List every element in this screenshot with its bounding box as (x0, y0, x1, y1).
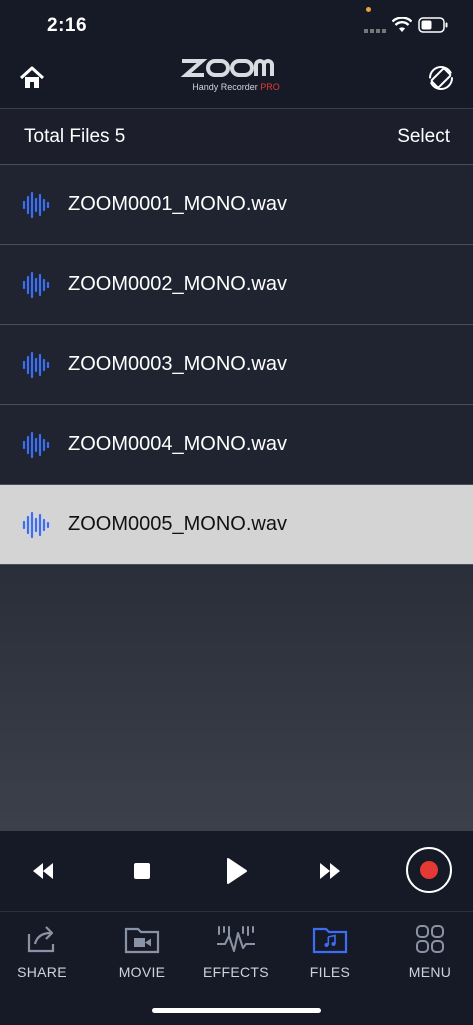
file-name: ZOOM0003_MONO.wav (68, 353, 287, 375)
audio-waveform-icon (22, 271, 50, 299)
zoom-logo (166, 58, 306, 83)
tab-share[interactable]: SHARE (0, 924, 87, 980)
record-button[interactable] (406, 847, 452, 893)
audio-waveform-icon (22, 431, 50, 459)
file-row[interactable]: ZOOM0002_MONO.wav (0, 245, 473, 325)
home-indicator[interactable] (152, 1008, 321, 1013)
file-name: ZOOM0004_MONO.wav (68, 433, 287, 455)
tab-effects-label: EFFECTS (203, 964, 269, 980)
rotate-icon[interactable] (426, 63, 456, 93)
audio-waveform-icon (22, 511, 50, 539)
file-row[interactable]: ZOOM0001_MONO.wav (0, 165, 473, 245)
status-time: 2:16 (47, 15, 88, 36)
total-files-label: Total Files 5 (24, 126, 126, 147)
tab-files-label: FILES (309, 964, 351, 980)
cellular-signal-icon (364, 29, 386, 33)
select-button[interactable]: Select (397, 126, 450, 148)
share-icon (27, 926, 55, 953)
tab-menu[interactable]: MENU (385, 924, 473, 980)
home-icon[interactable] (18, 64, 46, 92)
tab-movie[interactable]: MOVIE (97, 924, 187, 980)
file-summary-bar: Total Files 5 Select (0, 109, 473, 165)
movie-icon (124, 927, 160, 954)
file-name: ZOOM0001_MONO.wav (68, 193, 287, 215)
file-list: ZOOM0001_MONO.wav ZOOM0002_MONO.wav ZOOM… (0, 165, 473, 565)
effects-icon (217, 926, 255, 952)
zoom-logo-mark (180, 59, 274, 77)
logo-pro-badge: PRO (260, 82, 280, 92)
privacy-indicator-dot (366, 7, 371, 12)
logo-subtitle: Handy Recorder PRO (166, 82, 306, 92)
menu-icon (416, 925, 444, 953)
audio-waveform-icon (22, 191, 50, 219)
transport-controls (0, 831, 473, 911)
tab-files[interactable]: FILES (285, 924, 375, 980)
tab-movie-label: MOVIE (118, 964, 166, 980)
battery-icon (418, 17, 448, 33)
tab-effects[interactable]: EFFECTS (191, 924, 281, 980)
file-row-selected[interactable]: ZOOM0005_MONO.wav (0, 485, 473, 565)
file-row[interactable]: ZOOM0004_MONO.wav (0, 405, 473, 485)
rewind-icon[interactable] (23, 853, 63, 889)
tab-menu-label: MENU (408, 964, 452, 980)
fast-forward-icon[interactable] (310, 853, 350, 889)
app-header: Handy Recorder PRO (0, 52, 473, 109)
empty-list-area (0, 565, 473, 831)
status-bar: 2:16 (0, 0, 473, 52)
play-icon[interactable] (216, 853, 256, 889)
logo-subtitle-text: Handy Recorder (192, 82, 258, 92)
tab-share-label: SHARE (17, 964, 67, 980)
wifi-icon (392, 17, 412, 32)
file-row[interactable]: ZOOM0003_MONO.wav (0, 325, 473, 405)
audio-waveform-icon (22, 351, 50, 379)
stop-icon[interactable] (122, 853, 162, 889)
file-name: ZOOM0002_MONO.wav (68, 273, 287, 295)
files-icon (312, 927, 348, 954)
file-name: ZOOM0005_MONO.wav (68, 513, 287, 535)
